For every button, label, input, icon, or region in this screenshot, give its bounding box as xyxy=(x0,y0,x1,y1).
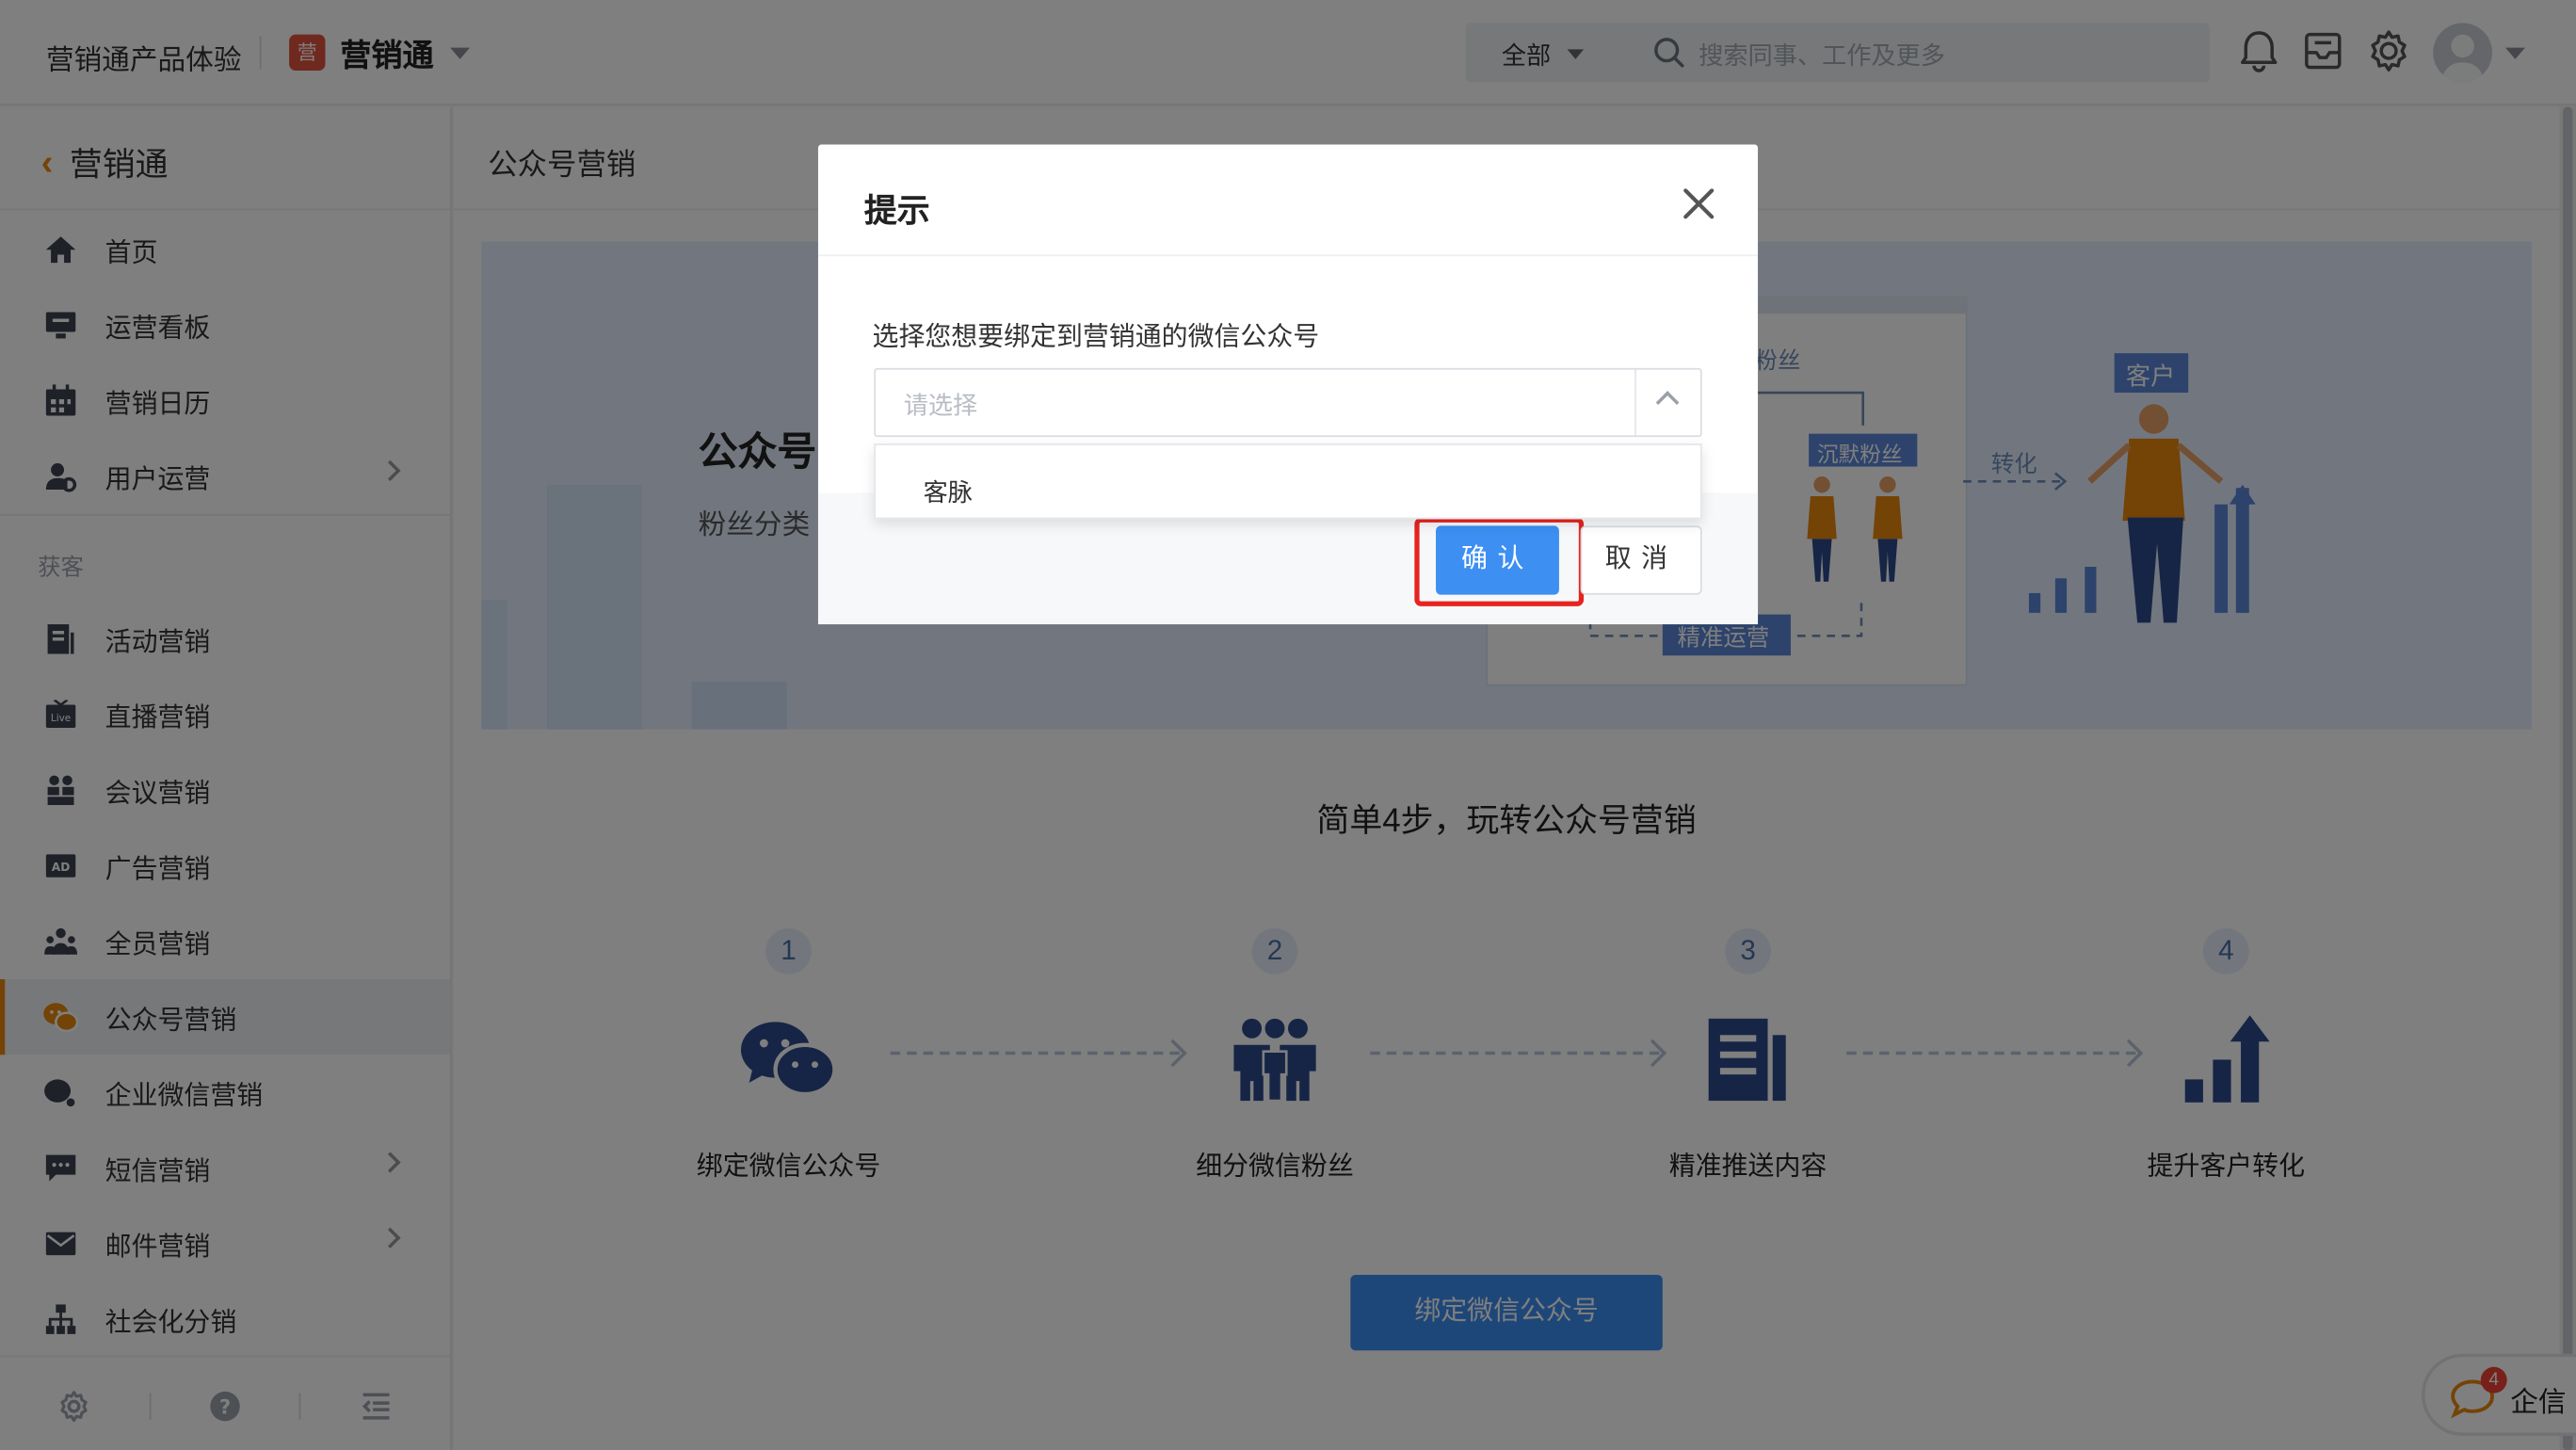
bind-account-dialog: 提示 选择您想要绑定到营销通的微信公众号 请选择 确认 取消 客脉 xyxy=(817,144,1759,625)
select-dropdown: 客脉 xyxy=(874,443,1702,520)
close-icon[interactable] xyxy=(1676,181,1722,227)
app-root: 营销通产品体验 营 营销通 全部 搜索同事、工作及更多 xyxy=(0,0,2576,1450)
dialog-prompt: 选择您想要绑定到营销通的微信公众号 xyxy=(872,323,1320,352)
chevron-up-icon[interactable] xyxy=(1655,391,1680,414)
divider xyxy=(1634,369,1636,436)
cancel-button[interactable]: 取消 xyxy=(1580,525,1702,595)
dropdown-option[interactable]: 客脉 xyxy=(924,475,973,509)
dialog-header: 提示 xyxy=(817,145,1759,257)
dialog-title: 提示 xyxy=(863,193,930,231)
confirm-button[interactable]: 确认 xyxy=(1436,525,1559,595)
wechat-account-select[interactable]: 请选择 xyxy=(874,367,1702,438)
select-placeholder: 请选择 xyxy=(903,393,978,421)
